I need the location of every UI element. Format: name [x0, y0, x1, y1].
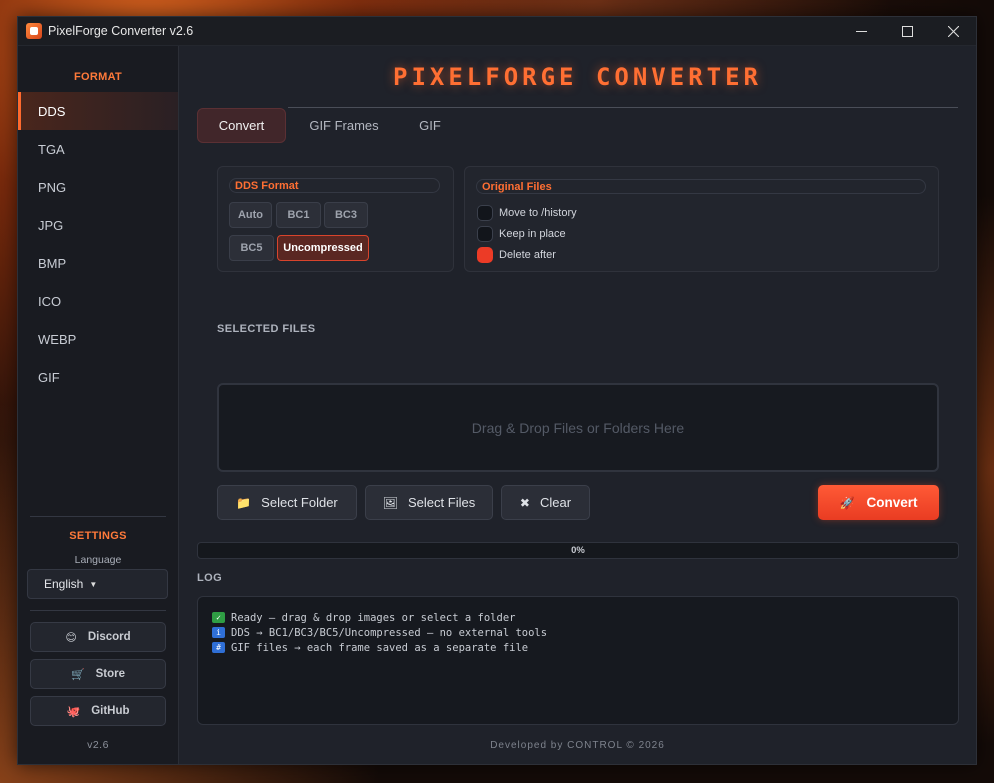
- drop-zone-text: Drag & Drop Files or Folders Here: [471, 419, 685, 436]
- sidebar-item-tga[interactable]: TGA: [18, 130, 178, 168]
- option-delete-after[interactable]: Delete after: [477, 247, 556, 263]
- settings-heading: SETTINGS: [69, 530, 127, 542]
- github-icon: 🐙: [66, 705, 81, 718]
- option-label: Move to /history: [499, 207, 577, 219]
- select-folder-button[interactable]: 📁 Select Folder: [217, 485, 357, 520]
- store-label: Store: [95, 668, 126, 680]
- log-line: # GIF files → each frame saved as a sepa…: [212, 640, 958, 655]
- folder-icon: 📁: [236, 495, 252, 510]
- log-text: Ready — drag & drop images or select a f…: [231, 611, 516, 624]
- progress-bar: 0%: [197, 542, 959, 559]
- select-files-label: Select Files: [408, 495, 476, 510]
- sidebar-item-webp[interactable]: WEBP: [18, 320, 178, 358]
- info-icon: i: [212, 627, 225, 638]
- tab-convert[interactable]: Convert: [197, 108, 286, 143]
- discord-label: Discord: [87, 631, 131, 643]
- sidebar-item-png[interactable]: PNG: [18, 168, 178, 206]
- check-icon: ✓: [212, 612, 225, 623]
- log-text: GIF files → each frame saved as a separa…: [231, 641, 529, 654]
- language-value: English: [44, 577, 84, 591]
- dds-format-uncompressed[interactable]: Uncompressed: [277, 235, 369, 261]
- original-files-title: Original Files: [476, 179, 926, 194]
- store-button[interactable]: 🛒 Store: [30, 659, 166, 689]
- original-files-panel: Original Files Move to /history Keep in …: [464, 166, 939, 272]
- main-content: PIXELFORGE CONVERTER Convert GIF Frames …: [179, 46, 976, 764]
- select-folder-label: Select Folder: [261, 495, 338, 510]
- format-nav: DDS TGA PNG JPG BMP ICO WEBP GIF: [18, 92, 178, 396]
- sidebar-item-dds[interactable]: DDS: [18, 92, 178, 130]
- version-label: v2.6: [87, 739, 109, 751]
- dds-format-bc5[interactable]: BC5: [229, 235, 274, 261]
- selected-files-label: SELECTED FILES: [217, 323, 316, 335]
- discord-button[interactable]: 😊 Discord: [30, 622, 166, 652]
- tab-gif-frames[interactable]: GIF Frames: [300, 108, 388, 143]
- numbers-icon: #: [212, 642, 225, 653]
- option-keep-in-place[interactable]: Keep in place: [477, 226, 566, 242]
- log-line: i DDS → BC1/BC3/BC5/Uncompressed — no ex…: [212, 625, 958, 640]
- image-icon: 🖼: [382, 495, 399, 510]
- language-select[interactable]: English ▼: [27, 569, 168, 599]
- convert-label: Convert: [866, 495, 918, 510]
- select-files-button[interactable]: 🖼 Select Files: [365, 485, 493, 520]
- radio-keep-in-place[interactable]: [477, 226, 493, 242]
- dds-format-auto[interactable]: Auto: [229, 202, 272, 228]
- language-label: Language: [74, 554, 122, 566]
- log-line: ✓ Ready — drag & drop images or select a…: [212, 610, 958, 625]
- drop-zone[interactable]: Drag & Drop Files or Folders Here: [217, 383, 939, 472]
- page-title: PIXELFORGE CONVERTER: [393, 63, 762, 91]
- chevron-down-icon: ▼: [89, 579, 98, 589]
- clear-button[interactable]: ✖ Clear: [501, 485, 590, 520]
- sidebar: FORMAT DDS TGA PNG JPG BMP ICO WEBP GIF …: [18, 46, 179, 764]
- sidebar-item-jpg[interactable]: JPG: [18, 206, 178, 244]
- log-text: DDS → BC1/BC3/BC5/Uncompressed — no exte…: [231, 626, 548, 639]
- log-panel: ✓ Ready — drag & drop images or select a…: [197, 596, 959, 725]
- close-icon[interactable]: [930, 17, 976, 45]
- window-controls: [838, 17, 976, 45]
- option-label: Keep in place: [499, 228, 566, 240]
- format-heading: FORMAT: [73, 71, 123, 83]
- maximize-icon[interactable]: [884, 17, 930, 45]
- discord-icon: 😊: [65, 631, 77, 644]
- minimize-icon[interactable]: [838, 17, 884, 45]
- sidebar-item-ico[interactable]: ICO: [18, 282, 178, 320]
- log-label: LOG: [197, 572, 223, 584]
- radio-delete-after[interactable]: [477, 247, 493, 263]
- store-icon: 🛒: [70, 668, 85, 681]
- sidebar-item-gif[interactable]: GIF: [18, 358, 178, 396]
- clear-label: Clear: [539, 495, 572, 510]
- tabs-divider: [288, 107, 958, 108]
- option-label: Delete after: [499, 249, 556, 261]
- app-logo-icon: [26, 23, 42, 39]
- github-button[interactable]: 🐙 GitHub: [30, 696, 166, 726]
- rocket-icon: 🚀: [839, 495, 855, 510]
- dds-format-bc3[interactable]: BC3: [324, 202, 368, 228]
- progress-text: 0%: [571, 545, 585, 556]
- tab-gif[interactable]: GIF: [405, 108, 455, 143]
- option-move-to-history[interactable]: Move to /history: [477, 205, 577, 221]
- dds-format-panel: DDS Format Auto BC1 BC3 BC5 Uncompressed: [217, 166, 454, 272]
- sidebar-divider: [30, 516, 166, 517]
- title-bar: PixelForge Converter v2.6: [18, 17, 976, 46]
- app-window: PixelForge Converter v2.6 FORMAT DDS TGA…: [17, 16, 977, 765]
- footer-credit: Developed by CONTROL © 2026: [490, 740, 665, 751]
- sidebar-divider: [30, 610, 166, 611]
- github-label: GitHub: [91, 705, 130, 717]
- x-icon: ✖: [519, 495, 530, 510]
- convert-button[interactable]: 🚀 Convert: [818, 485, 939, 520]
- sidebar-item-bmp[interactable]: BMP: [18, 244, 178, 282]
- radio-move-to-history[interactable]: [477, 205, 493, 221]
- dds-format-title: DDS Format: [229, 178, 440, 193]
- dds-format-bc1[interactable]: BC1: [276, 202, 321, 228]
- window-title: PixelForge Converter v2.6: [48, 24, 194, 38]
